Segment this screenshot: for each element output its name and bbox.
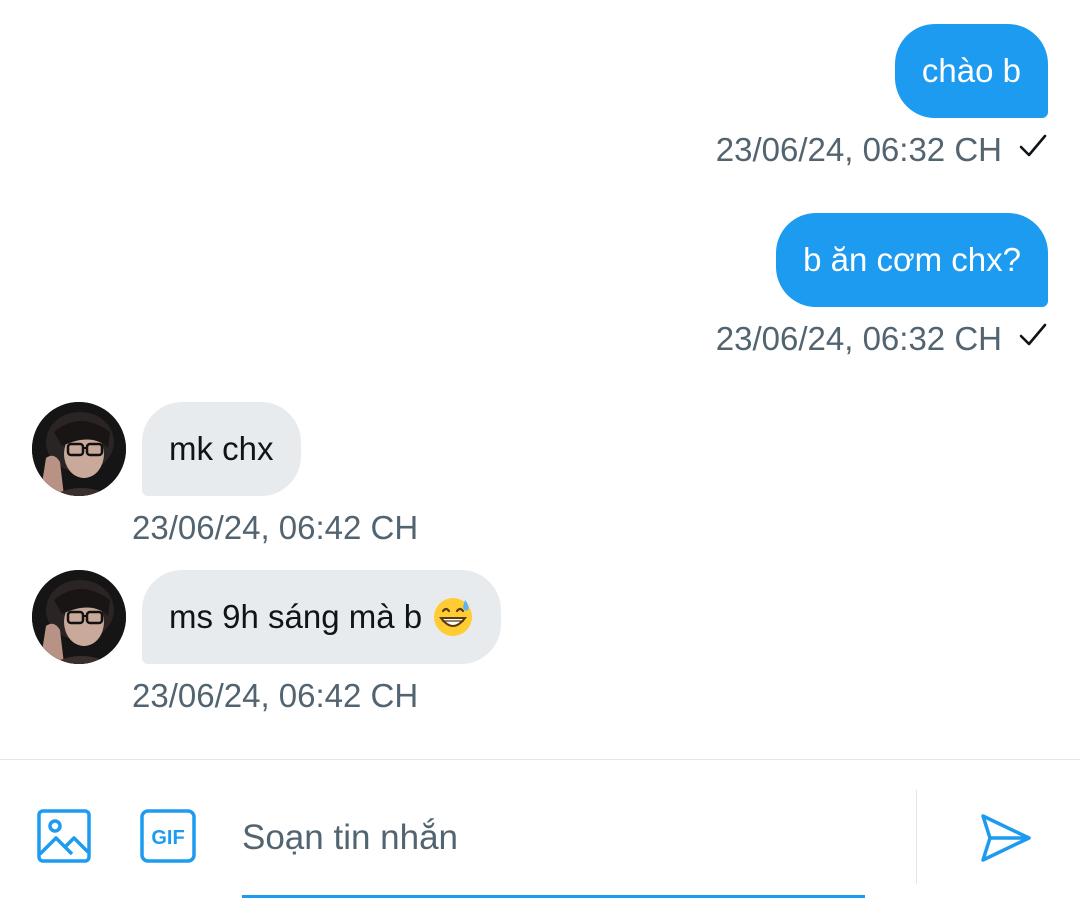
message-timestamp: 23/06/24, 06:32 CH	[716, 130, 1048, 170]
send-icon[interactable]	[978, 810, 1034, 866]
image-icon[interactable]	[36, 808, 92, 864]
avatar[interactable]	[32, 402, 126, 496]
message-text: chào b	[921, 52, 1021, 89]
message-timestamp: 23/06/24, 06:42 CH	[132, 508, 418, 548]
message-bubble-incoming[interactable]: mk chx	[142, 402, 301, 496]
message-bubble-outgoing[interactable]: b ăn cơm chx?	[776, 213, 1048, 307]
message-text: mk chx	[169, 430, 274, 467]
message-text: ms 9h sáng mà b	[169, 598, 423, 635]
read-receipt-check-icon	[1002, 131, 1048, 169]
message-input-wrapper	[242, 798, 865, 898]
timestamp-text: 23/06/24, 06:42 CH	[132, 677, 419, 714]
message-timestamp: 23/06/24, 06:42 CH	[132, 676, 418, 716]
message-bubble-outgoing[interactable]: chào b	[894, 24, 1048, 118]
message-input[interactable]	[242, 798, 865, 878]
timestamp-text: 23/06/24, 06:42 CH	[132, 509, 419, 546]
gif-icon[interactable]: GIF	[139, 808, 196, 864]
timestamp-text: 23/06/24, 06:32 CH	[715, 131, 1002, 168]
message-composer: GIF	[0, 759, 1080, 914]
grinning-sweat-emoji-icon	[432, 596, 474, 638]
divider	[916, 790, 917, 884]
read-receipt-check-icon	[1002, 320, 1048, 358]
message-bubble-incoming[interactable]: ms 9h sáng mà b	[142, 570, 502, 664]
gif-label: GIF	[151, 827, 184, 849]
message-timestamp: 23/06/24, 06:32 CH	[716, 319, 1048, 359]
avatar[interactable]	[32, 570, 126, 664]
message-text: b ăn cơm chx?	[803, 241, 1021, 278]
timestamp-text: 23/06/24, 06:32 CH	[715, 320, 1002, 357]
message-thread: chào b 23/06/24, 06:32 CH b ăn cơm chx? …	[0, 0, 1080, 760]
